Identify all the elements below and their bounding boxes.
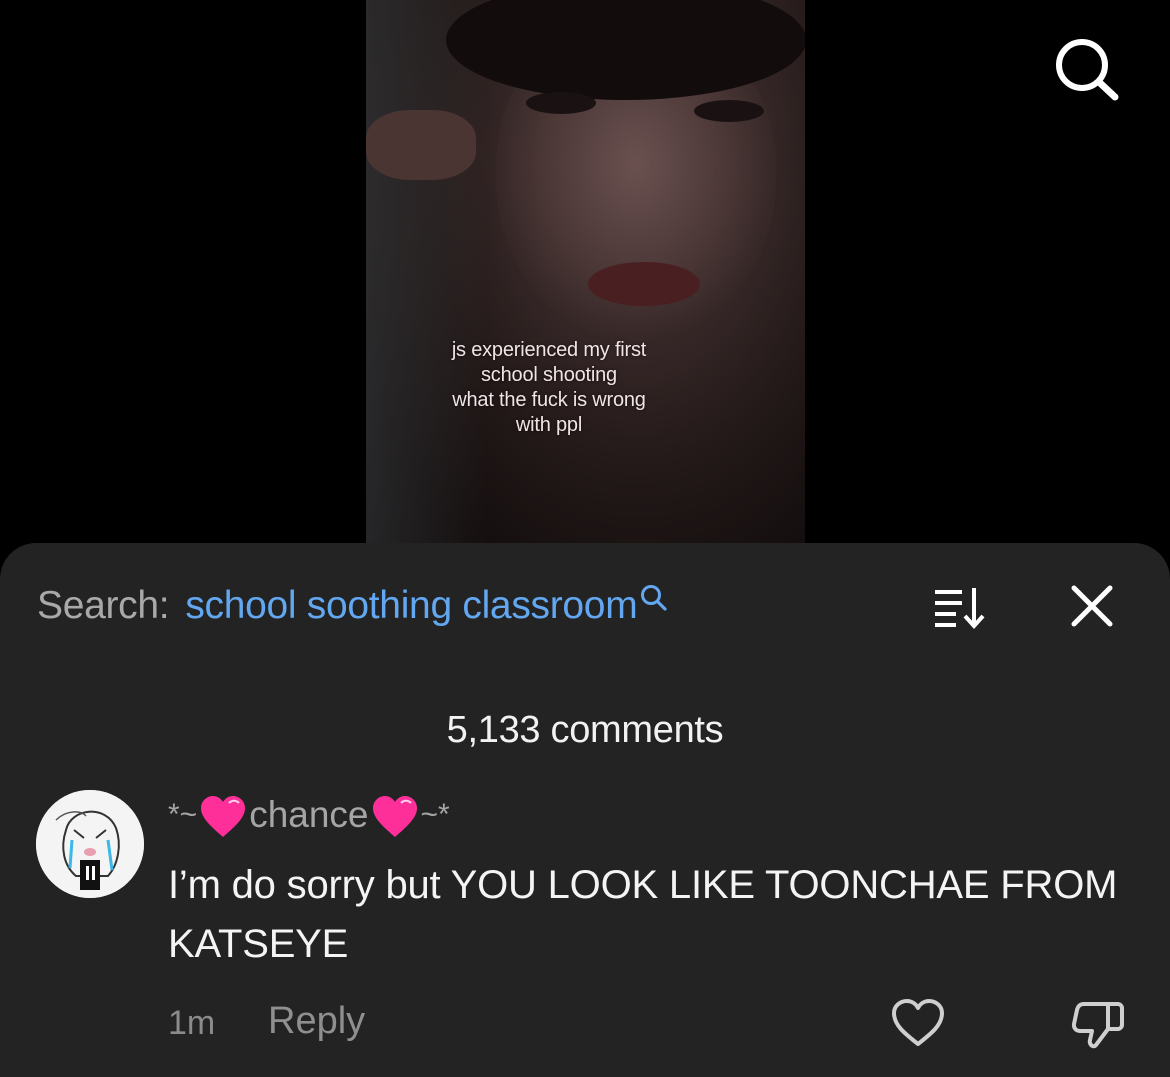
video-caption-line: js experienced my first bbox=[451, 339, 647, 361]
search-icon[interactable] bbox=[1052, 36, 1122, 102]
comment-username[interactable]: *~ chance ~* bbox=[168, 792, 450, 838]
video-player[interactable] bbox=[366, 0, 805, 560]
pink-heart-icon bbox=[371, 795, 419, 839]
avatar[interactable] bbox=[36, 790, 144, 898]
heart-icon[interactable] bbox=[890, 997, 946, 1049]
video-shade bbox=[366, 0, 486, 560]
username-name: chance bbox=[249, 794, 369, 835]
search-query-link[interactable]: school soothing classroom bbox=[185, 584, 637, 628]
reply-button[interactable]: Reply bbox=[268, 1000, 365, 1043]
video-caption: js experienced my first school shooting … bbox=[366, 338, 732, 438]
sort-icon[interactable] bbox=[932, 585, 988, 629]
video-caption-line: what the fuck is wrong bbox=[452, 389, 646, 411]
video-lips bbox=[588, 262, 700, 306]
video-eye-right bbox=[694, 100, 764, 122]
video-caption-line: school shooting bbox=[481, 364, 617, 386]
video-hand bbox=[366, 110, 476, 180]
pink-heart-icon bbox=[199, 795, 247, 839]
comment-timestamp: 1m bbox=[168, 1004, 216, 1042]
search-small-icon[interactable] bbox=[639, 583, 669, 613]
screen: js experienced my first school shooting … bbox=[0, 0, 1170, 1077]
comment-count: 5,133 comments bbox=[446, 709, 724, 751]
comment-search-bar[interactable]: Search: school soothing classroom bbox=[37, 580, 669, 632]
dislike-icon[interactable] bbox=[1070, 998, 1126, 1050]
username-prefix: *~ bbox=[168, 798, 198, 831]
video-caption-line: with ppl bbox=[515, 414, 583, 436]
video-eye-left bbox=[526, 92, 596, 114]
username-suffix: ~* bbox=[420, 798, 450, 831]
comment-text: I’m do sorry but YOU LOOK LIKE TOONCHAE … bbox=[168, 863, 1118, 966]
search-prefix-label: Search: bbox=[37, 584, 170, 627]
close-icon[interactable] bbox=[1070, 584, 1114, 628]
